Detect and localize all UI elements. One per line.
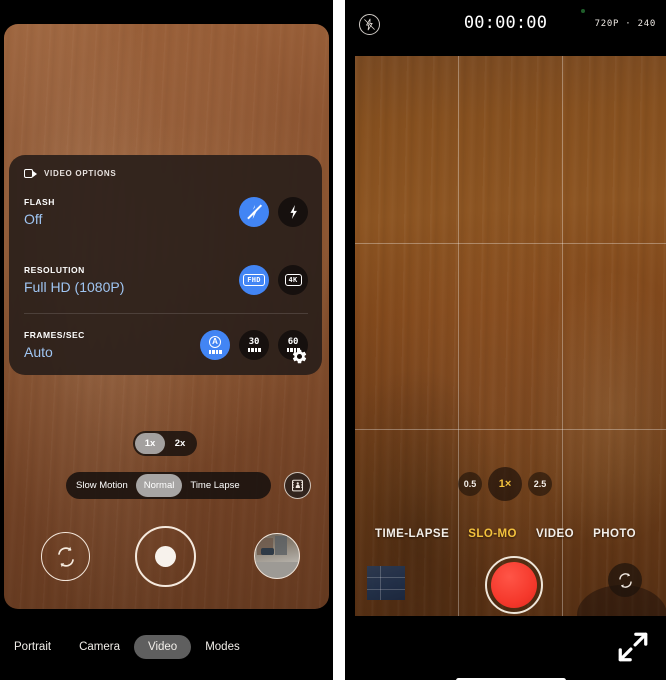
mode-slow-motion[interactable]: Slow Motion: [68, 474, 136, 497]
fhd-badge-icon: FHD: [243, 274, 265, 286]
flash-text-group: FLASH Off: [24, 197, 55, 227]
mode-video[interactable]: VIDEO: [536, 528, 574, 540]
record-button-dot: [155, 546, 176, 567]
flip-camera-icon[interactable]: [41, 532, 90, 581]
phone-separator-gap: [333, 0, 345, 680]
flip-camera-icon[interactable]: [608, 563, 642, 597]
4k-badge-icon: 4K: [284, 274, 302, 286]
flash-on-button[interactable]: [278, 197, 308, 227]
video-options-title: VIDEO OPTIONS: [44, 169, 117, 178]
fps-text-group: FRAMES/SEC Auto: [24, 330, 85, 360]
flash-on-icon: [285, 204, 301, 220]
zoom-option-2-5x[interactable]: 2.5: [528, 472, 552, 496]
tab-modes[interactable]: Modes: [191, 635, 254, 659]
preview-highlight: [526, 268, 666, 549]
zoom-option-1x[interactable]: 1×: [488, 467, 522, 501]
zoom-option-2x[interactable]: 2x: [165, 433, 195, 454]
right-zoom-selector[interactable]: 0.5 1× 2.5: [457, 466, 553, 502]
fps-auto-button[interactable]: A: [200, 330, 230, 360]
flash-buttons: [239, 197, 308, 227]
option-row-flash: FLASH Off: [24, 197, 308, 227]
option-row-frames-per-sec: FRAMES/SEC Auto A 30 60: [24, 330, 308, 360]
tab-video[interactable]: Video: [133, 635, 192, 659]
right-mode-selector[interactable]: TIME-LAPSE SLO-MO VIDEO PHOTO: [345, 528, 666, 540]
tab-camera[interactable]: Camera: [65, 635, 134, 659]
gallery-thumbnail[interactable]: [254, 533, 300, 579]
video-options-header: VIDEO OPTIONS: [9, 155, 322, 178]
fps-30-icon: 30: [247, 337, 261, 353]
grid-line-horizontal-1: [355, 243, 666, 244]
auto-fps-icon: A: [208, 336, 222, 354]
right-phone-screen: 00:00:00 720P · 240 0.5 1× 2.5 TIME-LAPS…: [345, 0, 666, 680]
mode-time-lapse[interactable]: TIME-LAPSE: [375, 528, 449, 540]
mode-normal[interactable]: Normal: [135, 474, 183, 497]
left-mode-segmented-control[interactable]: Slow Motion Normal Time Lapse: [66, 472, 271, 499]
gear-icon[interactable]: [291, 348, 308, 365]
left-phone-screen: VIDEO OPTIONS FLASH Off RESOLUTION Full …: [0, 0, 333, 680]
resolution-4k-button[interactable]: 4K: [278, 265, 308, 295]
fps-30-button[interactable]: 30: [239, 330, 269, 360]
left-zoom-selector[interactable]: 1x 2x: [133, 431, 197, 456]
mode-slo-mo[interactable]: SLO-MO: [468, 528, 517, 540]
resolution-label: RESOLUTION: [24, 265, 85, 275]
gallery-thumbnail[interactable]: [367, 566, 405, 600]
fps-value: Auto: [24, 344, 53, 360]
flash-label: FLASH: [24, 197, 55, 207]
record-button-red[interactable]: [485, 556, 543, 614]
record-button[interactable]: [135, 526, 196, 587]
grid-line-horizontal-2: [355, 429, 666, 430]
zoom-option-0-5x[interactable]: 0.5: [458, 472, 482, 496]
option-row-resolution: RESOLUTION Full HD (1080P) FHD 4K: [24, 265, 308, 295]
flash-value: Off: [24, 211, 43, 227]
screenshot-root: VIDEO OPTIONS FLASH Off RESOLUTION Full …: [0, 0, 666, 680]
resolution-text-group: RESOLUTION Full HD (1080P): [24, 265, 124, 295]
left-bottom-tabbar: Portrait Camera Video Modes: [0, 614, 333, 680]
zoom-option-1x[interactable]: 1x: [135, 433, 165, 454]
resolution-value: Full HD (1080P): [24, 279, 125, 295]
flash-off-button[interactable]: [239, 197, 269, 227]
mode-photo[interactable]: PHOTO: [593, 528, 636, 540]
right-bottombar: [355, 616, 666, 680]
panel-divider: [24, 313, 308, 314]
video-camera-icon: [24, 169, 37, 178]
mode-time-lapse[interactable]: Time Lapse: [182, 474, 247, 497]
flash-off-icon: [246, 204, 262, 220]
record-button-inner: [491, 562, 537, 608]
filter-effects-icon[interactable]: [284, 472, 311, 499]
fps-label: FRAMES/SEC: [24, 330, 85, 340]
expand-arrows-icon[interactable]: [616, 630, 650, 664]
resolution-buttons: FHD 4K: [239, 265, 308, 295]
resolution-fhd-button[interactable]: FHD: [239, 265, 269, 295]
video-options-panel: VIDEO OPTIONS FLASH Off RESOLUTION Full …: [9, 155, 322, 375]
tab-portrait[interactable]: Portrait: [0, 635, 65, 659]
quality-indicator[interactable]: 720P · 240: [595, 19, 656, 29]
